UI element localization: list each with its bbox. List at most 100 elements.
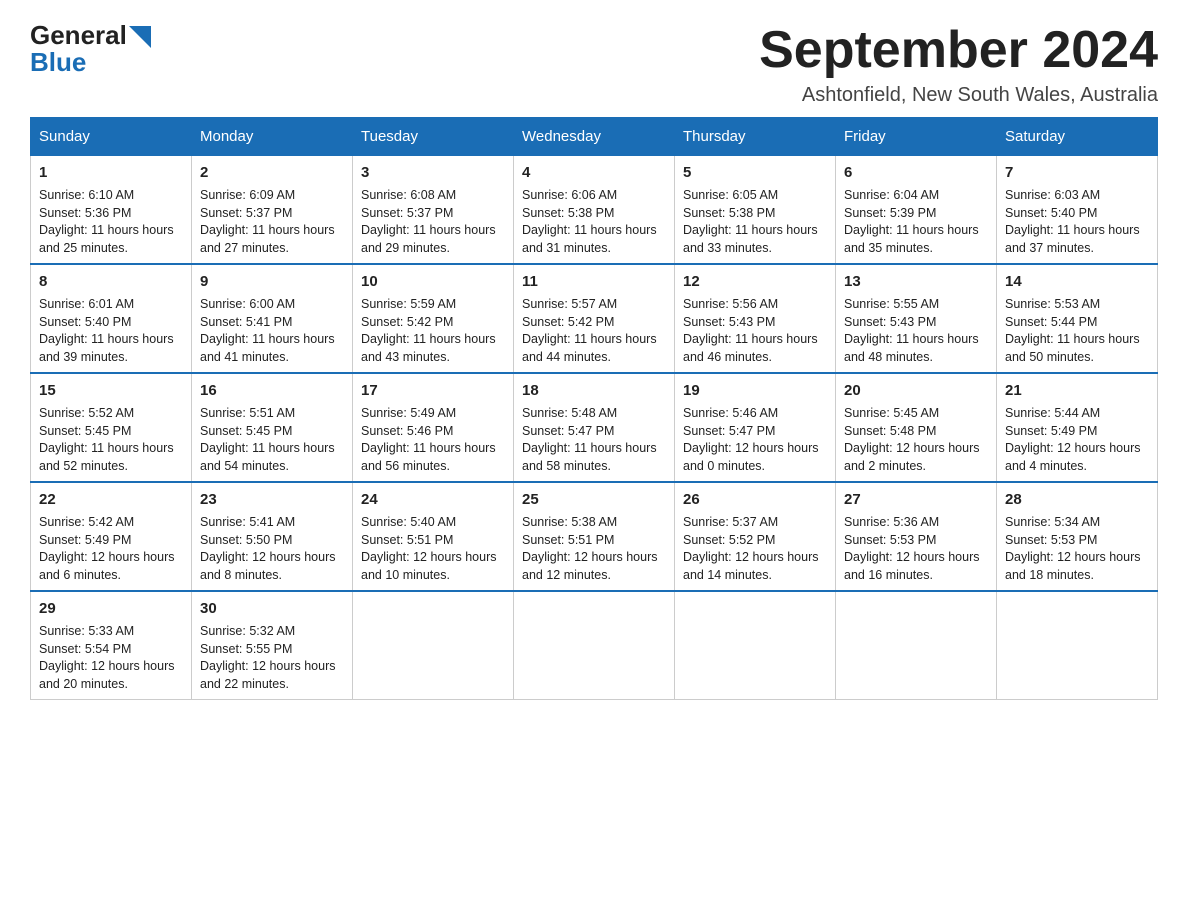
day-number: 30	[200, 598, 344, 619]
calendar-cell: 30 Sunrise: 5:32 AMSunset: 5:55 PMDayligh…	[192, 591, 353, 700]
calendar-cell: 5 Sunrise: 6:05 AMSunset: 5:38 PMDaylight…	[675, 156, 836, 265]
calendar-cell: 12 Sunrise: 5:56 AMSunset: 5:43 PMDayligh…	[675, 264, 836, 373]
calendar-cell: 1 Sunrise: 6:10 AMSunset: 5:36 PMDaylight…	[31, 156, 192, 265]
day-number: 27	[844, 489, 988, 510]
day-number: 7	[1005, 162, 1149, 183]
calendar-cell: 28Sunrise: 5:34 AMSunset: 5:53 PMDayligh…	[997, 482, 1158, 591]
week-row-3: 15 Sunrise: 5:52 AMSunset: 5:45 PMDayligh…	[31, 373, 1158, 482]
calendar-cell	[353, 591, 514, 700]
day-number: 12	[683, 271, 827, 292]
day-number: 4	[522, 162, 666, 183]
day-info: Sunrise: 5:53 AMSunset: 5:44 PMDaylight:…	[1005, 296, 1149, 366]
day-of-week-tuesday: Tuesday	[353, 118, 514, 156]
day-number: 6	[844, 162, 988, 183]
day-number: 2	[200, 162, 344, 183]
calendar-cell: 2Sunrise: 6:09 AMSunset: 5:37 PMDaylight…	[192, 156, 353, 265]
day-info: Sunrise: 6:00 AMSunset: 5:41 PMDaylight:…	[200, 296, 344, 366]
day-info: Sunrise: 5:32 AMSunset: 5:55 PMDaylight:…	[200, 623, 344, 693]
calendar-cell: 21 Sunrise: 5:44 AMSunset: 5:49 PMDayligh…	[997, 373, 1158, 482]
day-info: Sunrise: 6:04 AMSunset: 5:39 PMDaylight:…	[844, 187, 988, 257]
days-of-week-row: SundayMondayTuesdayWednesdayThursdayFrid…	[31, 118, 1158, 156]
calendar-cell: 25Sunrise: 5:38 AMSunset: 5:51 PMDayligh…	[514, 482, 675, 591]
day-info: Sunrise: 5:44 AMSunset: 5:49 PMDaylight:…	[1005, 405, 1149, 475]
day-number: 5	[683, 162, 827, 183]
calendar-cell: 24 Sunrise: 5:40 AMSunset: 5:51 PMDayligh…	[353, 482, 514, 591]
title-area: September 2024 Ashtonfield, New South Wa…	[759, 20, 1158, 107]
day-number: 29	[39, 598, 183, 619]
day-info: Sunrise: 5:49 AMSunset: 5:46 PMDaylight:…	[361, 405, 505, 475]
day-number: 10	[361, 271, 505, 292]
calendar-cell	[836, 591, 997, 700]
calendar-cell: 18Sunrise: 5:48 AMSunset: 5:47 PMDayligh…	[514, 373, 675, 482]
day-number: 3	[361, 162, 505, 183]
logo-arrow-icon	[129, 26, 151, 48]
header: General Blue September 2024 Ashtonfield,…	[30, 20, 1158, 107]
calendar-cell: 16Sunrise: 5:51 AMSunset: 5:45 PMDayligh…	[192, 373, 353, 482]
week-row-2: 8 Sunrise: 6:01 AMSunset: 5:40 PMDaylight…	[31, 264, 1158, 373]
day-number: 18	[522, 380, 666, 401]
day-info: Sunrise: 5:40 AMSunset: 5:51 PMDaylight:…	[361, 514, 505, 584]
calendar-cell	[997, 591, 1158, 700]
week-row-4: 22 Sunrise: 5:42 AMSunset: 5:49 PMDayligh…	[31, 482, 1158, 591]
day-info: Sunrise: 6:08 AMSunset: 5:37 PMDaylight:…	[361, 187, 505, 257]
calendar-cell: 27 Sunrise: 5:36 AMSunset: 5:53 PMDayligh…	[836, 482, 997, 591]
week-row-1: 1 Sunrise: 6:10 AMSunset: 5:36 PMDaylight…	[31, 156, 1158, 265]
month-title: September 2024	[759, 20, 1158, 80]
calendar-cell: 20Sunrise: 5:45 AMSunset: 5:48 PMDayligh…	[836, 373, 997, 482]
calendar-cell: 15 Sunrise: 5:52 AMSunset: 5:45 PMDayligh…	[31, 373, 192, 482]
day-info: Sunrise: 5:55 AMSunset: 5:43 PMDaylight:…	[844, 296, 988, 366]
calendar-cell: 13 Sunrise: 5:55 AMSunset: 5:43 PMDayligh…	[836, 264, 997, 373]
day-info: Sunrise: 5:37 AMSunset: 5:52 PMDaylight:…	[683, 514, 827, 584]
calendar-cell: 3 Sunrise: 6:08 AMSunset: 5:37 PMDaylight…	[353, 156, 514, 265]
logo: General Blue	[30, 20, 151, 78]
day-number: 13	[844, 271, 988, 292]
day-info: Sunrise: 5:36 AMSunset: 5:53 PMDaylight:…	[844, 514, 988, 584]
calendar-cell: 10 Sunrise: 5:59 AMSunset: 5:42 PMDayligh…	[353, 264, 514, 373]
day-info: Sunrise: 6:01 AMSunset: 5:40 PMDaylight:…	[39, 296, 183, 366]
day-of-week-thursday: Thursday	[675, 118, 836, 156]
day-number: 8	[39, 271, 183, 292]
day-number: 24	[361, 489, 505, 510]
calendar-cell: 19 Sunrise: 5:46 AMSunset: 5:47 PMDayligh…	[675, 373, 836, 482]
location-title: Ashtonfield, New South Wales, Australia	[759, 84, 1158, 107]
day-info: Sunrise: 6:05 AMSunset: 5:38 PMDaylight:…	[683, 187, 827, 257]
calendar-cell	[514, 591, 675, 700]
day-number: 21	[1005, 380, 1149, 401]
calendar-cell: 6 Sunrise: 6:04 AMSunset: 5:39 PMDaylight…	[836, 156, 997, 265]
day-info: Sunrise: 6:10 AMSunset: 5:36 PMDaylight:…	[39, 187, 183, 257]
calendar-table: SundayMondayTuesdayWednesdayThursdayFrid…	[30, 117, 1158, 700]
day-number: 22	[39, 489, 183, 510]
day-number: 15	[39, 380, 183, 401]
calendar-cell: 22 Sunrise: 5:42 AMSunset: 5:49 PMDayligh…	[31, 482, 192, 591]
week-row-5: 29 Sunrise: 5:33 AMSunset: 5:54 PMDayligh…	[31, 591, 1158, 700]
calendar-cell: 9 Sunrise: 6:00 AMSunset: 5:41 PMDaylight…	[192, 264, 353, 373]
day-info: Sunrise: 6:03 AMSunset: 5:40 PMDaylight:…	[1005, 187, 1149, 257]
day-info: Sunrise: 5:45 AMSunset: 5:48 PMDaylight:…	[844, 405, 988, 475]
day-number: 23	[200, 489, 344, 510]
day-number: 1	[39, 162, 183, 183]
calendar-cell: 17Sunrise: 5:49 AMSunset: 5:46 PMDayligh…	[353, 373, 514, 482]
day-of-week-sunday: Sunday	[31, 118, 192, 156]
calendar-cell: 11 Sunrise: 5:57 AMSunset: 5:42 PMDayligh…	[514, 264, 675, 373]
day-info: Sunrise: 5:56 AMSunset: 5:43 PMDaylight:…	[683, 296, 827, 366]
day-of-week-monday: Monday	[192, 118, 353, 156]
day-number: 9	[200, 271, 344, 292]
day-of-week-saturday: Saturday	[997, 118, 1158, 156]
calendar-cell: 29 Sunrise: 5:33 AMSunset: 5:54 PMDayligh…	[31, 591, 192, 700]
calendar-cell: 7 Sunrise: 6:03 AMSunset: 5:40 PMDaylight…	[997, 156, 1158, 265]
day-number: 11	[522, 271, 666, 292]
day-info: Sunrise: 5:52 AMSunset: 5:45 PMDaylight:…	[39, 405, 183, 475]
calendar-cell: 26Sunrise: 5:37 AMSunset: 5:52 PMDayligh…	[675, 482, 836, 591]
day-of-week-friday: Friday	[836, 118, 997, 156]
calendar-cell	[675, 591, 836, 700]
day-info: Sunrise: 5:57 AMSunset: 5:42 PMDaylight:…	[522, 296, 666, 366]
day-info: Sunrise: 5:59 AMSunset: 5:42 PMDaylight:…	[361, 296, 505, 366]
day-info: Sunrise: 5:41 AMSunset: 5:50 PMDaylight:…	[200, 514, 344, 584]
day-of-week-wednesday: Wednesday	[514, 118, 675, 156]
day-info: Sunrise: 5:42 AMSunset: 5:49 PMDaylight:…	[39, 514, 183, 584]
day-info: Sunrise: 5:46 AMSunset: 5:47 PMDaylight:…	[683, 405, 827, 475]
day-info: Sunrise: 5:33 AMSunset: 5:54 PMDaylight:…	[39, 623, 183, 693]
day-info: Sunrise: 5:51 AMSunset: 5:45 PMDaylight:…	[200, 405, 344, 475]
day-number: 19	[683, 380, 827, 401]
day-info: Sunrise: 6:06 AMSunset: 5:38 PMDaylight:…	[522, 187, 666, 257]
